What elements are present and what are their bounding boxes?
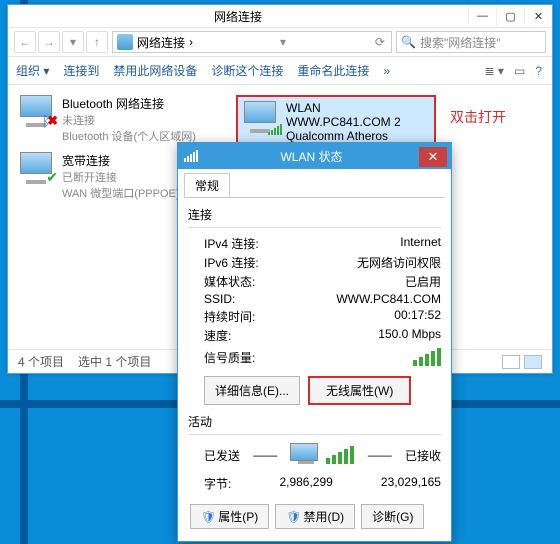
minimize-button[interactable]: — [468,6,496,26]
activity-computer-icon [290,443,322,467]
signal-quality-label: 信号质量: [204,349,255,366]
group-activity-label: 活动 [188,413,441,430]
connection-device: WAN 微型端口(PPPOE) [62,185,180,201]
maximize-button[interactable]: ▢ [496,6,524,26]
properties-button[interactable]: 🛡属性(P) [190,504,269,529]
toolbar-disable[interactable]: 禁用此网络设备 [113,62,197,79]
duration-label: 持续时间: [204,308,255,325]
shield-icon: 🛡 [201,510,216,524]
network-adapter-icon [242,101,280,133]
bytes-sent-value: 2,986,299 [279,475,332,492]
ipv4-label: IPv4 连接: [204,235,259,252]
wireless-properties-button[interactable]: 无线属性(W) [308,376,411,405]
details-button[interactable]: 详细信息(E)... [204,376,300,405]
shield-icon: 🛡 [286,510,301,524]
nav-forward-button[interactable]: → [38,31,60,53]
view-options-icon[interactable]: ≣ ▾ [483,64,506,78]
view-details-icon[interactable] [502,355,520,369]
tab-general[interactable]: 常规 [184,173,230,197]
connection-name: 宽带连接 [62,152,180,169]
toolbar-overflow[interactable]: » [383,64,390,78]
ipv6-label: IPv6 连接: [204,254,259,271]
connection-name: WLAN [286,101,430,115]
view-tiles-icon[interactable] [524,355,542,369]
disable-button[interactable]: 🛡禁用(D) [275,504,355,529]
wifi-signal-icon [268,124,282,135]
preview-pane-icon[interactable]: ▭ [512,64,527,78]
speed-label: 速度: [204,327,231,344]
toolbar-connect[interactable]: 连接到 [63,62,99,79]
search-placeholder: 搜索"网络连接" [420,34,501,51]
dialog-close-button[interactable]: ✕ [419,147,447,167]
dialog-title: WLAN 状态 [204,148,419,165]
status-selection: 选中 1 个项目 [78,353,151,370]
group-connection-label: 连接 [188,206,441,223]
nav-up-button[interactable]: ↑ [86,31,108,53]
connection-name: Bluetooth 网络连接 [62,95,196,112]
wifi-signal-icon [184,150,198,162]
ssid-value: WWW.PC841.COM [336,292,441,306]
duration-value: 00:17:52 [394,308,441,325]
connection-status: 未连接 [62,112,196,128]
bluetooth-icon: ᛒ [42,113,50,129]
connection-status: 已断开连接 [62,169,180,185]
refresh-button[interactable]: ⟳ [373,35,387,49]
media-label: 媒体状态: [204,273,255,290]
help-icon[interactable]: ? [533,64,544,78]
ipv6-value: 无网络访问权限 [357,254,441,271]
ssid-label: SSID: [204,292,235,306]
dialog-titlebar[interactable]: WLAN 状态 ✕ [178,143,451,169]
breadcrumb[interactable]: 网络连接 [137,34,185,51]
window-titlebar[interactable]: 网络连接 — ▢ ✕ [8,5,552,27]
network-adapter-icon: ✖ [18,95,56,127]
network-adapter-icon: ✔ [18,152,56,184]
activity-dash: —— [253,448,277,462]
activity-signal-icon [326,446,354,464]
wlan-status-dialog: WLAN 状态 ✕ 常规 连接 IPv4 连接: Internet IPv6 连接… [177,142,452,542]
window-title: 网络连接 [8,8,468,25]
toolbar-diagnose[interactable]: 诊断这个连接 [211,62,283,79]
location-icon [117,34,133,50]
speed-value: 150.0 Mbps [378,327,441,344]
connection-item-bluetooth[interactable]: ✖ ᛒ Bluetooth 网络连接 未连接 Bluetooth 设备(个人区域… [14,91,214,148]
ipv4-value: Internet [400,235,441,252]
nav-history-button[interactable]: ▾ [62,31,84,53]
bytes-label: 字节: [204,475,231,492]
received-label: 已接收 [405,447,441,464]
signal-bars-icon [413,348,441,366]
nav-back-button[interactable]: ← [14,31,36,53]
annotation-label: 双击打开 [450,107,506,127]
connection-status: WWW.PC841.COM 2 [286,115,430,129]
media-value: 已启用 [405,273,441,290]
connection-device: Bluetooth 设备(个人区域网) [62,128,196,144]
activity-dash: —— [368,448,392,462]
close-button[interactable]: ✕ [524,6,552,26]
address-bar[interactable]: 网络连接 › ▾ ⟳ [112,31,392,53]
diagnose-button[interactable]: 诊断(G) [361,504,424,529]
breadcrumb-chevron-icon[interactable]: › [189,35,193,49]
toolbar-rename[interactable]: 重命名此连接 [297,62,369,79]
address-dropdown-icon[interactable]: ▾ [280,35,286,49]
search-icon: 🔍 [401,35,416,49]
ok-badge-icon: ✔ [46,169,58,186]
toolbar-organize[interactable]: 组织 ▾ [16,62,49,79]
search-input[interactable]: 🔍 搜索"网络连接" [396,31,546,53]
sent-label: 已发送 [204,447,240,464]
bytes-recv-value: 23,029,165 [381,475,441,492]
status-item-count: 4 个项目 [18,353,64,370]
